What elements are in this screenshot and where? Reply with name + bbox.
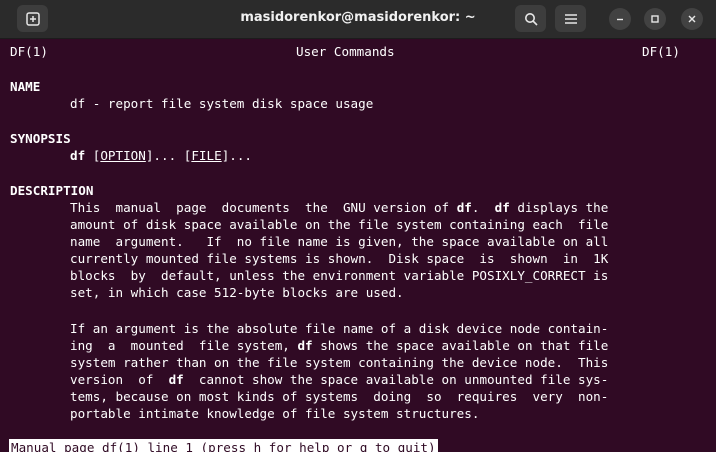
description-line: This manual page documents the GNU versi… xyxy=(70,199,608,216)
new-tab-icon xyxy=(25,11,40,26)
maximize-button[interactable] xyxy=(644,8,666,30)
man-header-center: User Commands xyxy=(296,44,395,59)
text-fragment: displays the xyxy=(509,200,609,215)
description-heading: DESCRIPTION xyxy=(10,183,94,198)
minimize-button[interactable] xyxy=(609,8,631,30)
man-header-right: DF(1) xyxy=(642,44,680,59)
synopsis-command: df xyxy=(70,148,86,163)
pager-status-line: Manual page df(1) line 1 (press h for he… xyxy=(9,439,438,452)
description-line: blocks by default, unless the environmen… xyxy=(70,268,609,283)
description-line: tems, because on most kinds of systems d… xyxy=(70,389,609,404)
bold-command: df xyxy=(168,372,184,387)
search-button[interactable] xyxy=(515,5,546,32)
man-header-left: DF(1) xyxy=(10,44,48,59)
title-bar: masidorenkor@masidorenkor: ~ xyxy=(0,0,716,39)
new-tab-button[interactable] xyxy=(17,5,48,32)
maximize-icon xyxy=(651,15,659,23)
text-fragment: ing a mounted file system, xyxy=(70,338,298,353)
bold-command: df xyxy=(494,200,510,215)
close-button[interactable] xyxy=(681,8,703,30)
description-line: If an argument is the absolute file name… xyxy=(70,321,609,336)
bold-command: df xyxy=(297,338,313,353)
description-line: version of df cannot show the space avai… xyxy=(70,371,608,388)
synopsis-line: df [OPTION]... [FILE]... xyxy=(70,147,252,164)
description-line: amount of disk space available on the fi… xyxy=(70,217,609,232)
text-fragment: cannot show the space available on unmou… xyxy=(183,372,609,387)
synopsis-file: FILE xyxy=(191,148,222,163)
window-title: masidorenkor@masidorenkor: ~ xyxy=(240,10,476,25)
search-icon xyxy=(524,12,538,26)
text-fragment: shows the space available on that file xyxy=(312,338,609,353)
name-text: df - report file system disk space usage xyxy=(70,96,374,111)
minimize-icon xyxy=(617,18,623,21)
text-fragment: . xyxy=(471,200,495,215)
description-line: currently mounted file systems is shown.… xyxy=(70,251,609,266)
description-line: name argument. If no file name is given,… xyxy=(70,234,609,249)
description-line: portable intimate knowledge of file syst… xyxy=(70,406,480,421)
synopsis-sep-1: [ xyxy=(85,148,101,163)
menu-button[interactable] xyxy=(555,5,586,32)
synopsis-sep-2: ]... [ xyxy=(145,148,192,163)
synopsis-sep-3: ]... xyxy=(221,148,253,163)
bold-command: df xyxy=(456,200,472,215)
window-edge xyxy=(716,0,721,452)
close-icon xyxy=(688,15,696,23)
text-fragment: version of xyxy=(70,372,169,387)
hamburger-menu-icon xyxy=(564,13,577,24)
description-line: ing a mounted file system, df shows the … xyxy=(70,337,608,354)
description-line: set, in which case 512-byte blocks are u… xyxy=(70,285,404,300)
name-heading: NAME xyxy=(10,79,41,94)
text-fragment: This manual page documents the GNU versi… xyxy=(70,200,457,215)
terminal-window: masidorenkor@masidorenkor: ~ DF(1) User … xyxy=(0,0,716,452)
description-line: system rather than on the file system co… xyxy=(70,355,609,370)
synopsis-heading: SYNOPSIS xyxy=(10,131,71,146)
synopsis-option: OPTION xyxy=(100,148,146,163)
